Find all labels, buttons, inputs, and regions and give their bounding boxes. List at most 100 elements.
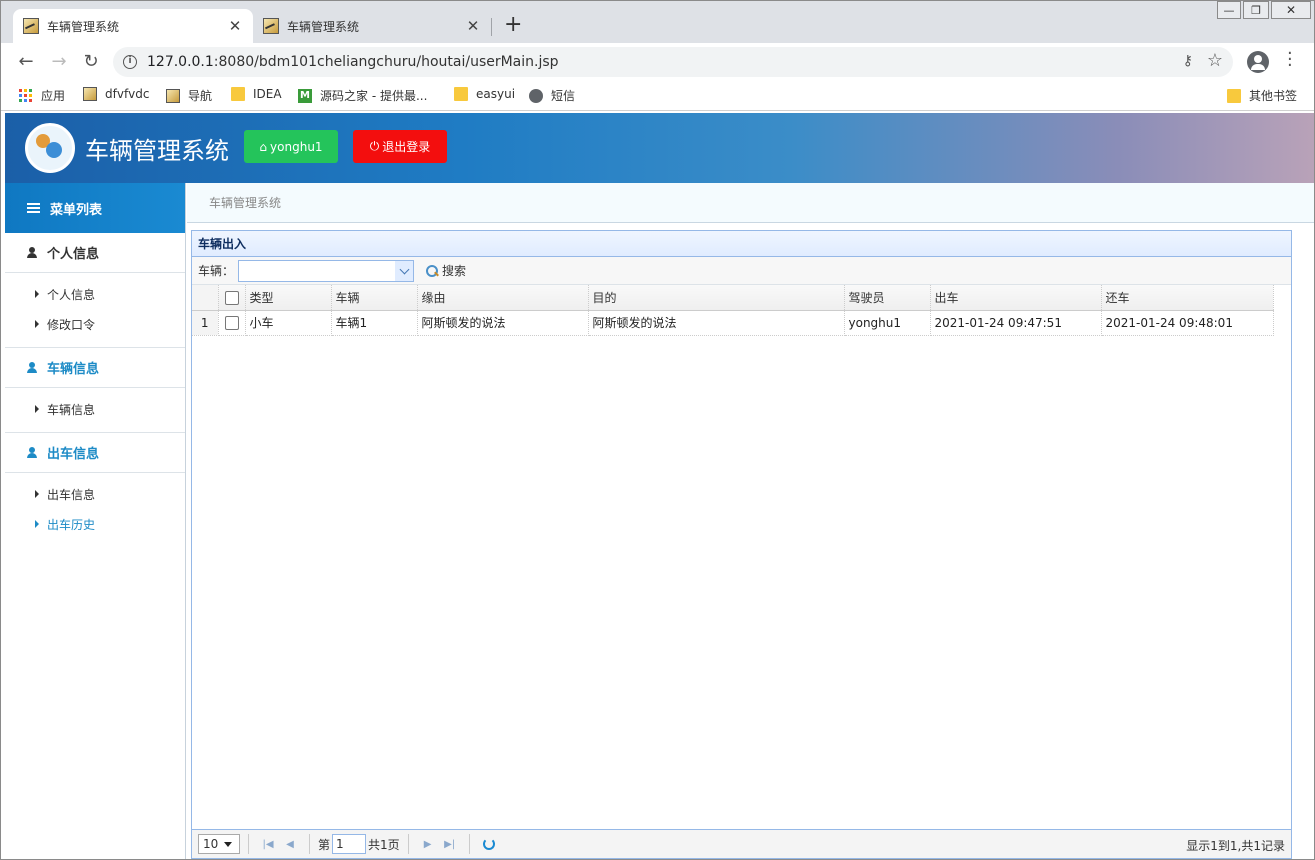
image-icon [83,87,97,101]
column-header[interactable]: 驾驶员 [844,285,931,311]
back-icon[interactable]: ← [15,51,37,72]
restore-icon[interactable]: ❐ [1243,1,1269,19]
logout-button[interactable]: ⏻ 退出登录 [353,130,447,163]
bookmark-other[interactable]: 其他书签 [1227,87,1297,104]
folder-icon [231,87,245,101]
refresh-button[interactable] [478,834,500,854]
page-number-input[interactable]: 1 [332,834,367,854]
bookmark-item[interactable]: 导航 [166,87,212,104]
globe-icon [529,88,543,103]
bookmarks-bar: 应用 dfvfvdc 导航 IDEA M 源码之家 - 提供最... easyu… [1,79,1314,111]
data-table: 类型 车辆 缘由 目的 驾驶员 出车 还车 1 小车 车辆1 阿斯顿发的说法 阿… [192,285,1274,336]
table-cell: 阿斯顿发的说法 [588,310,845,336]
close-tab-icon[interactable]: ✕ [465,17,481,35]
user-button[interactable]: ⌂ yonghu1 [244,130,338,163]
table-row[interactable]: 1 小车 车辆1 阿斯顿发的说法 阿斯顿发的说法 yonghu1 2021-01… [192,310,1274,336]
tab-title: 车辆管理系统 [287,19,360,34]
page-size-select[interactable]: 10 [198,834,240,854]
sidebar-item-personal-info[interactable]: 个人信息 [5,279,185,309]
row-checkbox[interactable] [224,315,239,330]
page-total: 共1页 [368,837,400,852]
favicon-icon [23,18,39,34]
first-page-icon[interactable]: |◀ [257,834,279,854]
column-header[interactable]: 车辆 [331,285,418,311]
reload-icon[interactable]: ↻ [80,51,102,72]
datagrid-panel: 车辆出入 车辆： 搜索 类型 车辆 缘由 目的 驾驶员 出车 还车 1 小车 车… [191,230,1292,859]
key-icon[interactable]: ⚷ [1183,53,1193,69]
caret-right-icon [35,320,39,328]
search-toolbar: 车辆： 搜索 [192,257,1291,285]
table-cell: 车辆1 [331,310,418,336]
menu-kebab-icon[interactable]: · · · [1287,45,1293,75]
bookmark-item[interactable]: 短信 [529,87,575,104]
caret-right-icon [35,290,39,298]
search-button[interactable]: 搜索 [426,262,466,279]
column-header[interactable]: 类型 [245,285,332,311]
pager-separator [309,834,310,854]
breadcrumb: 车辆管理系统 [187,183,1314,223]
sidebar-submenu: 车辆信息 [5,388,185,433]
bookmark-folder[interactable]: IDEA [231,87,282,101]
dropdown-arrow-icon [224,841,233,847]
pager-separator [468,834,470,854]
sidebar-item-change-password[interactable]: 修改口令 [5,309,185,339]
breadcrumb-text: 车辆管理系统 [209,196,282,210]
sidebar-submenu: 个人信息 修改口令 [5,273,185,348]
refresh-icon [482,838,495,850]
bookmark-item[interactable]: dfvfvdc [83,87,149,101]
pagination-bar: 10 |◀ ◀ 第 1 共1页 ▶ ▶| 显示1到1,共1记录 [192,829,1291,858]
folder-icon [454,87,468,101]
column-header[interactable]: 还车 [1101,285,1274,311]
caret-right-icon [35,405,39,413]
column-header[interactable]: 目的 [588,285,845,311]
select-all-checkbox[interactable] [224,290,239,305]
search-label: 车辆： [198,264,235,278]
bookmark-folder[interactable]: easyui [454,87,515,101]
sidebar-item-dispatch-history[interactable]: 出车历史 [5,509,185,539]
forward-icon[interactable]: → [48,51,70,72]
close-tab-icon[interactable]: ✕ [227,17,243,35]
new-tab-icon[interactable]: + [504,12,522,37]
sidebar-group-dispatch[interactable]: 出车信息 [5,433,185,473]
close-window-icon[interactable]: ✕ [1271,1,1311,19]
power-icon: ⏻ [369,139,380,153]
prev-page-icon[interactable]: ◀ [279,834,301,854]
table-header-row: 类型 车辆 缘由 目的 驾驶员 出车 还车 [192,285,1274,311]
tab-separator [491,18,492,36]
browser-tab-active[interactable]: 车辆管理系统 ✕ [13,9,253,43]
sidebar: 菜单列表 个人信息 个人信息 修改口令 车辆信息 车辆信息 出车信息 出车信息 … [5,183,186,859]
table-cell: 小车 [245,310,332,336]
account-icon[interactable] [1247,51,1269,73]
bookmark-item[interactable]: M 源码之家 - 提供最... [298,87,427,104]
vehicle-combobox[interactable] [238,259,415,282]
search-icon [426,264,439,277]
sidebar-item-dispatch-info[interactable]: 出车信息 [5,479,185,509]
sidebar-group-vehicle[interactable]: 车辆信息 [5,348,185,388]
address-bar[interactable]: i 127.0.0.1:8080/bdm101cheliangchuru/hou… [113,47,1233,77]
tab-title: 车辆管理系统 [47,19,120,34]
last-page-icon[interactable]: ▶| [439,834,461,854]
list-icon [27,203,40,213]
column-header[interactable]: 出车 [930,285,1102,311]
site-info-icon[interactable]: i [123,55,137,69]
sidebar-item-vehicle-info[interactable]: 车辆信息 [5,394,185,424]
browser-tab[interactable]: 车辆管理系统 ✕ [253,9,491,43]
bookmark-apps[interactable]: 应用 [19,87,65,104]
row-number: 1 [192,310,219,336]
bookmark-star-icon[interactable]: ☆ [1207,50,1223,71]
column-header[interactable]: 缘由 [417,285,589,311]
caret-right-icon [35,490,39,498]
chevron-down-icon[interactable] [395,260,414,281]
users-logo-icon [25,123,75,173]
minimize-icon[interactable]: — [1217,1,1241,19]
url-text: 127.0.0.1:8080/bdm101cheliangchuru/houta… [147,54,559,70]
caret-right-icon [35,520,39,528]
browser-toolbar: ← → ↻ i 127.0.0.1:8080/bdm101cheliangchu… [1,43,1314,79]
next-page-icon[interactable]: ▶ [417,834,439,854]
sidebar-group-personal[interactable]: 个人信息 [5,233,185,273]
m-logo-icon: M [298,88,312,103]
folder-icon [1227,88,1241,103]
app-title: 车辆管理系统 [85,137,229,165]
tab-strip: 车辆管理系统 ✕ 车辆管理系统 ✕ + — ❐ ✕ [1,1,1314,43]
select-all-cell [218,285,246,311]
